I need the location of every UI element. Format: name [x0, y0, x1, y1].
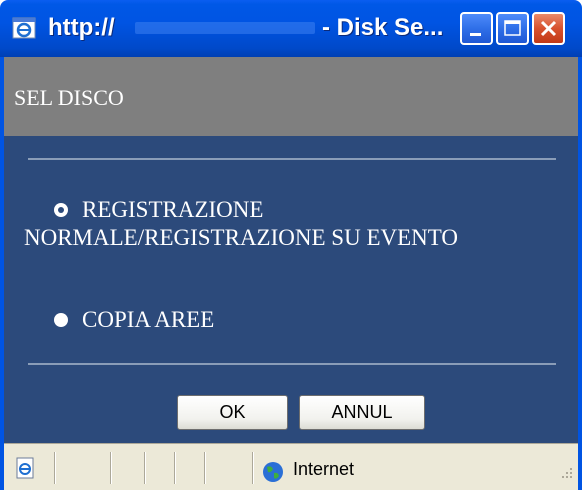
option-label: COPIA AREE — [82, 307, 215, 332]
dialog-header: SEL DISCO — [4, 57, 578, 136]
redacted-url — [135, 22, 315, 34]
radio-selected-icon[interactable] — [54, 202, 68, 217]
status-separator — [174, 452, 176, 484]
minimize-icon — [470, 33, 481, 36]
resize-grip-icon[interactable] — [556, 466, 574, 484]
radio-unselected-icon[interactable] — [54, 312, 68, 327]
option-label: REGISTRAZIONE NORMALE/REGISTRAZIONE SU E… — [24, 197, 459, 250]
dialog-panel: REGISTRAZIONE NORMALE/REGISTRAZIONE SU E… — [4, 136, 578, 443]
minimize-button[interactable] — [460, 12, 493, 45]
status-separator — [144, 452, 146, 484]
window-frame-right — [578, 57, 582, 490]
ok-button[interactable]: OK — [177, 395, 288, 430]
status-separator — [54, 452, 56, 484]
divider — [28, 158, 556, 160]
cancel-button[interactable]: ANNUL — [299, 395, 425, 430]
option-registrazione[interactable]: REGISTRAZIONE NORMALE/REGISTRAZIONE SU E… — [24, 196, 544, 252]
status-separator — [204, 452, 206, 484]
dialog-title: SEL DISCO — [14, 85, 124, 110]
title-bar[interactable]: http:// - Disk Se... — [0, 0, 582, 57]
divider — [28, 363, 556, 365]
window-title-prefix: http:// — [48, 14, 115, 41]
close-icon — [540, 20, 557, 37]
globe-icon — [263, 462, 283, 482]
ie-icon — [12, 17, 36, 39]
maximize-icon — [504, 20, 521, 36]
status-bar: Internet — [4, 443, 578, 490]
page-icon — [16, 457, 34, 479]
status-separator — [110, 452, 112, 484]
security-zone-label: Internet — [293, 459, 355, 479]
close-button[interactable] — [532, 12, 565, 45]
maximize-button[interactable] — [496, 12, 529, 45]
status-separator — [252, 452, 254, 484]
option-copia-aree[interactable]: COPIA AREE — [54, 306, 214, 334]
window-title-suffix: - Disk Se... — [322, 14, 444, 41]
